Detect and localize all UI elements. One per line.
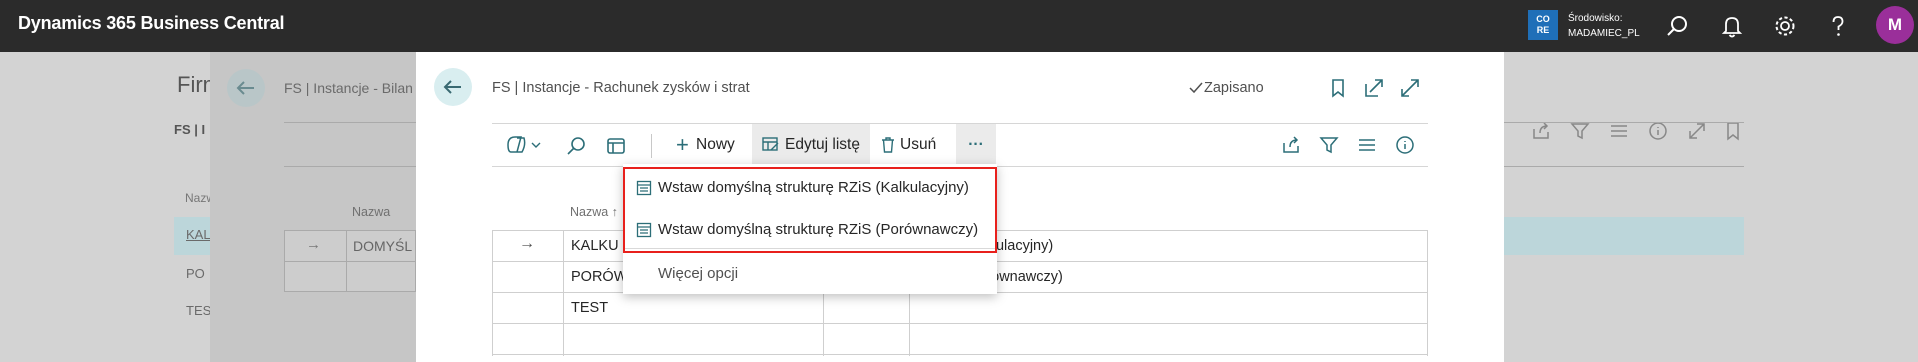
background-toolbar-line (284, 122, 416, 123)
new-button-label: Nowy (696, 136, 735, 153)
environment-name: MADAMIEC_PL (1568, 28, 1640, 39)
bell-icon[interactable] (1718, 12, 1746, 40)
help-icon[interactable] (1824, 12, 1852, 40)
new-button[interactable]: + Nowy (662, 124, 742, 166)
back-arrow-icon (236, 81, 254, 95)
grid-line (563, 230, 564, 356)
top-bar: Dynamics 365 Business Central CO RE Środ… (0, 0, 1918, 52)
background-grid-divider (284, 261, 416, 262)
open-in-new-window-icon[interactable] (1362, 76, 1386, 100)
background-toolbar-line (1504, 122, 1744, 123)
background-row-2: PO (186, 266, 205, 281)
background-row-arrow: → (306, 236, 321, 253)
table-row-name[interactable]: TEST (571, 300, 608, 316)
expand-icon[interactable] (1398, 76, 1422, 100)
delete-button-label: Usuń (900, 136, 937, 153)
environment-label: Środowisko: (1568, 13, 1623, 24)
search-icon[interactable] (1664, 12, 1692, 40)
back-button[interactable] (434, 68, 472, 106)
grid-line (492, 323, 1428, 324)
delete-button[interactable]: Usuń (876, 124, 944, 166)
edit-list-button[interactable]: Edytuj listę (752, 124, 870, 166)
grid-line (492, 230, 493, 356)
info-icon (1649, 122, 1667, 140)
copilot-dropdown-button[interactable] (502, 124, 546, 166)
env-badge-line1: CO (1536, 14, 1550, 24)
saved-status: Zapisano (1204, 80, 1264, 96)
edit-list-icon (762, 137, 779, 151)
trash-icon (882, 137, 894, 153)
list-view-icon (1611, 125, 1627, 137)
share-icon (1533, 122, 1549, 139)
row-selected-arrow[interactable]: → (519, 235, 535, 253)
highlight-annotation-box (623, 167, 997, 253)
background-row-3: TES (186, 303, 212, 318)
background-back-button (227, 69, 265, 107)
env-badge-line2: RE (1536, 25, 1550, 35)
share-icon[interactable] (1280, 134, 1302, 156)
grid-line (492, 354, 1428, 355)
background-selected-value: DOMYŚL (353, 238, 413, 254)
background-toolbar-line (1504, 166, 1744, 167)
table-row-name[interactable]: KALKU (571, 238, 619, 254)
environment-info[interactable]: Środowisko: MADAMIEC_PL (1568, 11, 1640, 41)
filter-icon (1570, 123, 1590, 140)
separator (651, 134, 652, 158)
back-arrow-icon (443, 80, 461, 94)
info-icon[interactable] (1394, 134, 1416, 156)
column-header-name[interactable]: Nazwa ↑ (570, 205, 618, 219)
list-view-icon[interactable] (1356, 134, 1378, 156)
checkmark-icon (1189, 82, 1203, 94)
plus-icon: + (676, 132, 689, 157)
background-breadcrumb: FS | Instancje - Bilan (284, 80, 413, 96)
background-fs-label: FS | I (174, 122, 206, 137)
filter-icon[interactable] (1318, 134, 1340, 156)
background-toolbar-line (284, 166, 416, 167)
breadcrumb: FS | Instancje - Rachunek zysków i strat (492, 80, 750, 96)
more-actions-button[interactable]: ··· (956, 124, 996, 166)
action-bar: + Nowy Edytuj listę Usuń ··· (492, 123, 1428, 167)
copilot-icon (507, 136, 541, 153)
bookmark-icon (1727, 122, 1739, 141)
search-icon[interactable] (564, 134, 588, 158)
user-avatar[interactable]: M (1876, 6, 1914, 44)
more-options-link[interactable]: Więcej opcji (658, 254, 738, 294)
background-column-header: Nazwa (352, 205, 391, 219)
edit-list-button-label: Edytuj listę (785, 136, 860, 153)
analysis-mode-icon[interactable] (604, 134, 628, 158)
bookmark-icon[interactable] (1326, 76, 1350, 100)
gear-icon[interactable] (1771, 12, 1799, 40)
expand-icon (1689, 123, 1705, 139)
app-title[interactable]: Dynamics 365 Business Central (18, 13, 285, 34)
table-row-name[interactable]: PORÓW (571, 269, 627, 285)
environment-badge[interactable]: CO RE (1528, 10, 1558, 40)
grid-line (1427, 230, 1428, 356)
